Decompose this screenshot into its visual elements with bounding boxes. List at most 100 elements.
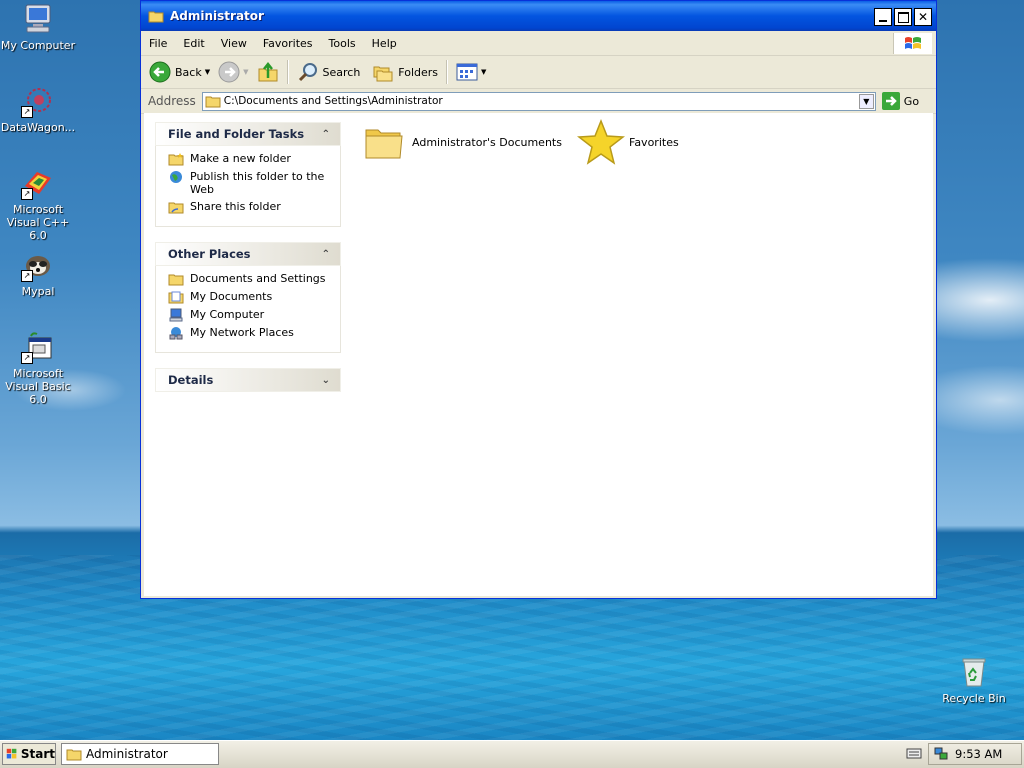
network-tray-icon[interactable]: [933, 746, 949, 762]
up-folder-button[interactable]: [253, 58, 283, 86]
start-button[interactable]: Start: [2, 743, 56, 765]
desktop-icon-visual-cpp[interactable]: ↗ Microsoft Visual C++ 6.0: [0, 166, 78, 242]
datawagon-icon: ↗: [21, 84, 55, 118]
place-label: My Network Places: [190, 326, 294, 339]
chevron-down-icon[interactable]: ▼: [205, 68, 210, 76]
task-make-new-folder[interactable]: Make a new folder: [168, 152, 332, 166]
address-bar: Address C:\Documents and Settings\Admini…: [141, 89, 936, 114]
task-publish-folder[interactable]: Publish this folder to the Web: [168, 170, 332, 196]
minimize-button[interactable]: [874, 8, 892, 26]
menu-bar: File Edit View Favorites Tools Help: [141, 31, 936, 56]
file-folder-tasks-body: Make a new folder Publish this folder to…: [155, 146, 341, 227]
computer-icon: [169, 308, 183, 322]
address-label: Address: [148, 94, 196, 108]
folder-content-area: File and Folder Tasks ⌃ Make a new folde…: [144, 113, 933, 596]
back-label: Back: [175, 65, 202, 79]
other-places-header[interactable]: Other Places ⌃: [155, 242, 341, 266]
go-button[interactable]: Go: [881, 92, 920, 110]
desktop-icon-label: Microsoft Visual C++ 6.0: [6, 203, 70, 242]
task-share-folder[interactable]: Share this folder: [168, 200, 332, 214]
taskbar: Start Administrator 9:53 AM: [0, 740, 1024, 768]
address-dropdown-button[interactable]: ▼: [858, 93, 874, 109]
close-button[interactable]: ✕: [914, 8, 932, 26]
file-item-administrators-documents[interactable]: Administrator's Documents: [364, 122, 562, 162]
menu-view[interactable]: View: [213, 37, 255, 50]
globe-icon: [170, 171, 182, 183]
folder-icon: [148, 11, 164, 23]
other-places-body: Documents and Settings My Documents My C…: [155, 266, 341, 353]
desktop-icon-label: DataWagon...: [0, 121, 76, 134]
taskbar-item-administrator[interactable]: Administrator: [61, 743, 219, 765]
task-label: Publish this folder to the Web: [190, 170, 325, 196]
desktop-icon-datawagon[interactable]: ↗ DataWagon...: [0, 84, 78, 134]
title-bar[interactable]: Administrator ✕: [141, 1, 936, 31]
file-list: Administrator's Documents Favorites: [364, 118, 924, 173]
star-icon: [577, 118, 625, 165]
recycle-bin-icon: [957, 655, 991, 689]
windows-logo-icon: [893, 33, 932, 54]
forward-arrow-icon: [218, 61, 240, 83]
folder-icon: [365, 129, 403, 159]
forward-button[interactable]: ▼: [214, 58, 252, 86]
place-documents-and-settings[interactable]: Documents and Settings: [168, 272, 332, 286]
desktop-icon-label: Mypal: [21, 285, 55, 298]
folder-icon: [168, 274, 184, 286]
details-header[interactable]: Details ⌄: [155, 368, 341, 392]
group-title: Details: [168, 373, 214, 387]
views-button[interactable]: ▼: [452, 58, 490, 86]
go-label: Go: [903, 94, 920, 108]
back-arrow-icon: [149, 61, 171, 83]
computer-icon: [21, 2, 55, 36]
menu-edit[interactable]: Edit: [175, 37, 212, 50]
search-icon: [298, 63, 317, 82]
desktop-icon-my-computer[interactable]: My Computer: [0, 2, 78, 52]
shortcut-arrow-icon: ↗: [21, 352, 33, 364]
clock[interactable]: 9:53 AM: [955, 747, 1002, 761]
menu-tools[interactable]: Tools: [321, 37, 364, 50]
place-my-network-places[interactable]: My Network Places: [168, 326, 332, 340]
folders-label: Folders: [398, 65, 439, 79]
mypal-icon: ↗: [21, 248, 55, 282]
group-title: Other Places: [168, 247, 251, 261]
menu-favorites[interactable]: Favorites: [255, 37, 321, 50]
task-pane: File and Folder Tasks ⌃ Make a new folde…: [155, 122, 341, 407]
maximize-button[interactable]: [894, 8, 912, 26]
file-item-favorites[interactable]: Favorites: [577, 118, 679, 166]
explorer-window: Administrator ✕ File Edit View Favorites…: [140, 0, 937, 599]
chevron-down-icon[interactable]: ▼: [243, 68, 248, 76]
place-my-computer[interactable]: My Computer: [168, 308, 332, 322]
search-button[interactable]: Search: [293, 58, 365, 86]
menu-file[interactable]: File: [141, 37, 175, 50]
place-my-documents[interactable]: My Documents: [168, 290, 332, 304]
chevron-up-icon[interactable]: ⌃: [322, 249, 330, 260]
folders-button[interactable]: Folders: [368, 58, 442, 86]
address-value: C:\Documents and Settings\Administrator: [223, 95, 443, 107]
chevron-up-icon[interactable]: ⌃: [322, 129, 330, 140]
back-button[interactable]: Back ▼: [145, 58, 214, 86]
views-icon: [456, 63, 478, 81]
menu-help[interactable]: Help: [364, 37, 405, 50]
address-input[interactable]: C:\Documents and Settings\Administrator …: [201, 91, 876, 111]
network-places-icon: [169, 327, 183, 340]
close-icon: ✕: [917, 10, 929, 24]
desktop-icon-label: My Computer: [0, 39, 76, 52]
desktop-icon-mypal[interactable]: ↗ Mypal: [0, 248, 78, 298]
folder-icon: [66, 749, 82, 761]
place-label: My Computer: [190, 308, 265, 321]
go-arrow-icon: [881, 92, 900, 110]
task-label: Make a new folder: [190, 152, 291, 165]
desktop-icon-visual-basic[interactable]: ↗ Microsoft Visual Basic 6.0: [0, 330, 78, 406]
toolbar-separator: [446, 60, 449, 84]
desktop-icon-recycle-bin[interactable]: Recycle Bin: [934, 655, 1014, 705]
taskbar-item-label: Administrator: [86, 747, 168, 761]
visual-basic-icon: ↗: [21, 330, 55, 364]
file-folder-tasks-group: File and Folder Tasks ⌃ Make a new folde…: [155, 122, 341, 227]
folder-icon: [205, 96, 221, 108]
chevron-down-icon[interactable]: ⌄: [322, 375, 330, 386]
chevron-down-icon[interactable]: ▼: [481, 68, 486, 76]
group-title: File and Folder Tasks: [168, 127, 305, 141]
keyboard-icon[interactable]: [906, 746, 922, 760]
my-documents-icon: [168, 291, 184, 304]
system-tray: 9:53 AM: [928, 743, 1022, 765]
file-folder-tasks-header[interactable]: File and Folder Tasks ⌃: [155, 122, 341, 146]
